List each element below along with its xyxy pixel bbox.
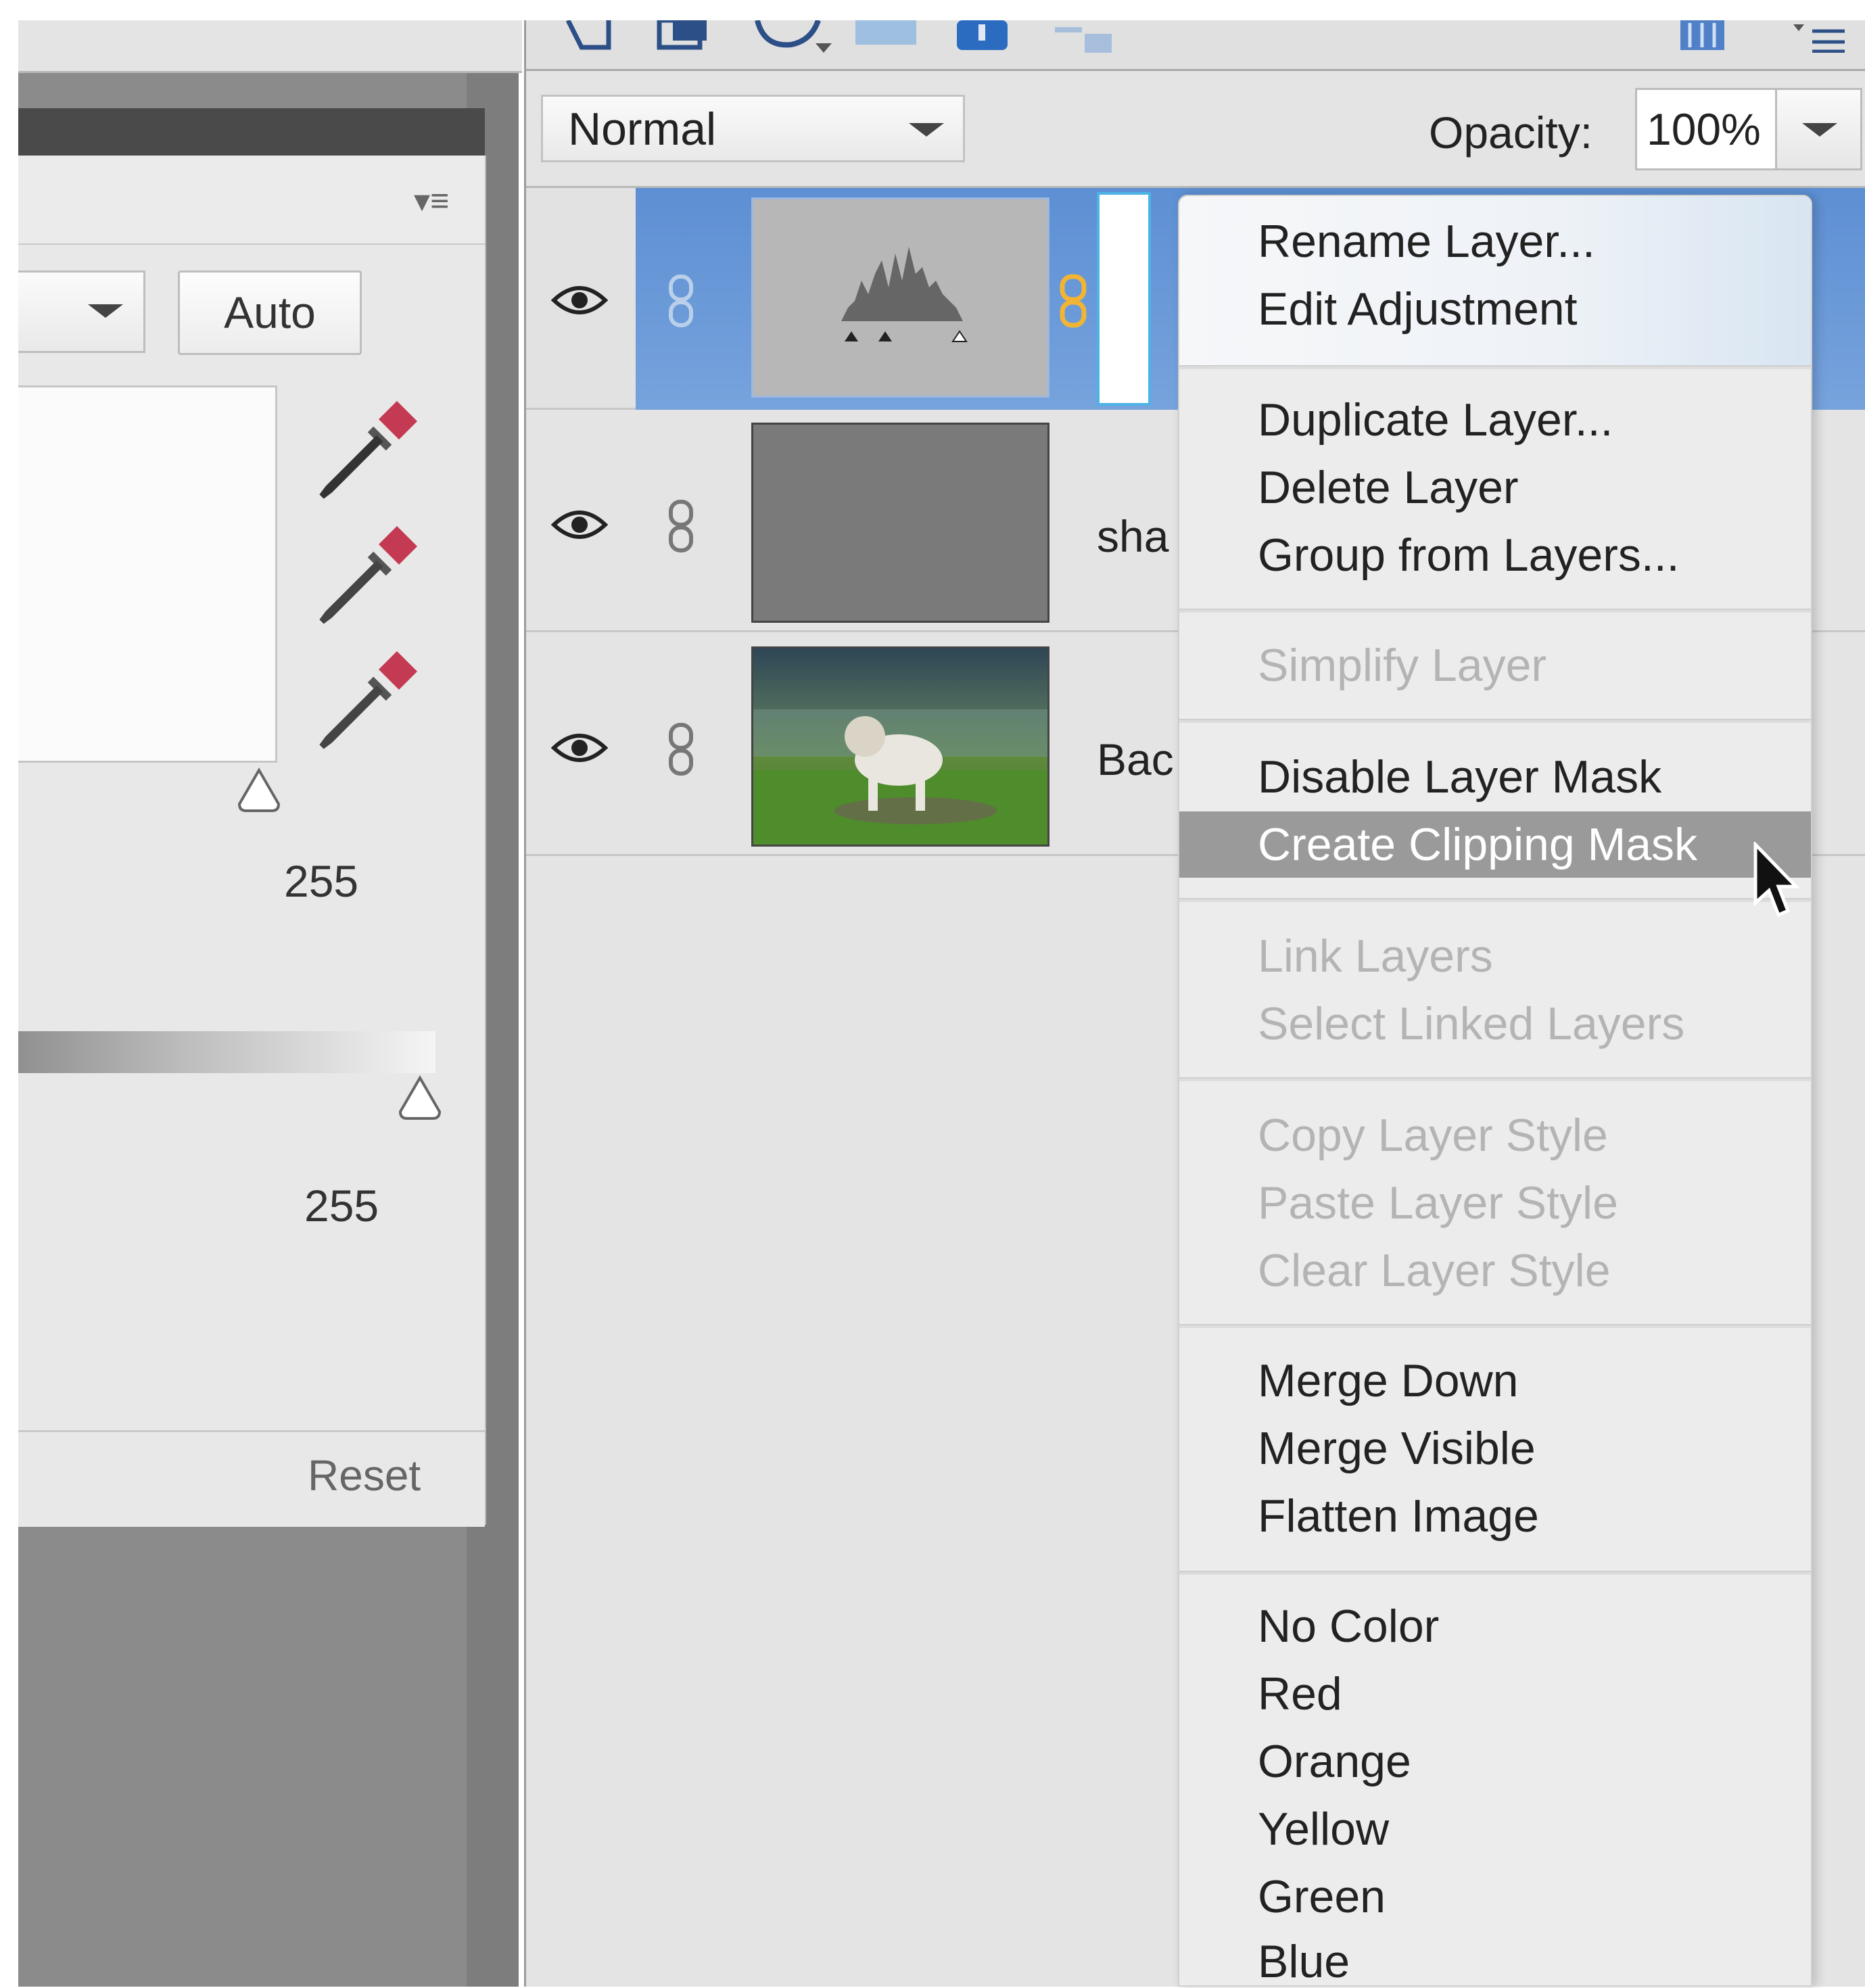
menu-item-green[interactable]: Green	[1258, 1870, 1386, 1923]
opacity-input[interactable]: 100%	[1635, 88, 1777, 170]
eye-icon[interactable]	[551, 281, 608, 319]
lock-icon[interactable]	[957, 20, 1008, 53]
layers-toolbar	[526, 20, 1865, 71]
chevron-down-icon	[909, 123, 944, 137]
link-icon[interactable]	[664, 499, 698, 553]
menu-item-yellow[interactable]: Yellow	[1258, 1803, 1389, 1855]
menu-separator	[1179, 1571, 1811, 1575]
reset-button[interactable]: Reset	[308, 1450, 421, 1500]
menu-item-delete-layer[interactable]: Delete Layer	[1258, 461, 1519, 514]
dog-photo	[753, 709, 1047, 845]
left-toolbar	[18, 20, 522, 73]
blend-mode-value: Normal	[568, 103, 717, 155]
mask-link-icon[interactable]	[1060, 274, 1087, 328]
output-levels-gradient	[18, 1031, 435, 1073]
menu-item-orange[interactable]: Orange	[1258, 1735, 1411, 1788]
output-white-slider[interactable]	[396, 1075, 444, 1122]
menu-item-duplicate-layer[interactable]: Duplicate Layer...	[1258, 394, 1613, 446]
input-white-value[interactable]: 255	[284, 855, 358, 907]
menu-item-blue[interactable]: Blue	[1258, 1935, 1350, 1988]
menu-item-edit-adjustment[interactable]: Edit Adjustment	[1258, 283, 1577, 335]
channel-select[interactable]	[18, 270, 145, 353]
menu-item-paste-layer-style: Paste Layer Style	[1258, 1177, 1618, 1229]
output-white-value[interactable]: 255	[304, 1180, 379, 1231]
panel-menu-icon[interactable]: ▾≡	[414, 181, 468, 222]
input-white-slider[interactable]	[235, 767, 283, 815]
menu-item-flatten-image[interactable]: Flatten Image	[1258, 1490, 1539, 1542]
menu-item-create-clipping-mask[interactable]: Create Clipping Mask	[1258, 818, 1697, 871]
eye-icon[interactable]	[551, 729, 608, 767]
layer-name[interactable]: sha	[1097, 511, 1168, 562]
menu-separator	[1179, 609, 1811, 613]
menu-item-no-color[interactable]: No Color	[1258, 1600, 1439, 1653]
menu-separator	[1179, 719, 1811, 723]
levels-thumbnail[interactable]	[751, 197, 1049, 398]
link-icon[interactable]	[664, 274, 698, 328]
layer-name[interactable]: Bac	[1097, 734, 1174, 785]
chevron-down-icon	[88, 304, 123, 318]
menu-item-merge-down[interactable]: Merge Down	[1258, 1354, 1519, 1407]
menu-separator	[1179, 898, 1811, 902]
trash-icon[interactable]	[1680, 20, 1724, 53]
eye-icon[interactable]	[551, 506, 608, 544]
levels-panel	[18, 156, 486, 1525]
eyedropper-gray-icon[interactable]	[318, 524, 419, 625]
histogram-area	[18, 385, 277, 763]
auto-button[interactable]: Auto	[178, 270, 362, 355]
menu-item-red[interactable]: Red	[1258, 1667, 1342, 1720]
chevron-down-icon	[1802, 123, 1837, 137]
menu-item-merge-visible[interactable]: Merge Visible	[1258, 1422, 1536, 1475]
menu-item-rename-layer[interactable]: Rename Layer...	[1258, 215, 1595, 268]
menu-item-copy-layer-style: Copy Layer Style	[1258, 1110, 1608, 1161]
panel-titlebar	[18, 108, 485, 156]
adjustment-layer-icon[interactable]	[751, 20, 832, 53]
menu-item-select-linked-layers: Select Linked Layers	[1258, 998, 1685, 1049]
new-layer-icon[interactable]	[561, 20, 615, 53]
eyedropper-black-icon[interactable]	[318, 399, 419, 500]
shape-layer-thumbnail[interactable]	[751, 423, 1049, 623]
layer-mask-thumbnail[interactable]	[1097, 192, 1151, 406]
menu-item-clear-layer-style: Clear Layer Style	[1258, 1245, 1611, 1296]
link-icon[interactable]	[664, 722, 698, 776]
layers-panel-menu-icon[interactable]	[1792, 20, 1846, 53]
lock-all-icon[interactable]	[1055, 20, 1116, 53]
menu-separator	[1179, 365, 1811, 369]
menu-item-disable-layer-mask[interactable]: Disable Layer Mask	[1258, 751, 1661, 803]
menu-item-link-layers: Link Layers	[1258, 930, 1493, 982]
eyedropper-white-icon[interactable]	[318, 649, 419, 751]
add-mask-icon[interactable]	[855, 20, 916, 53]
menu-item-simplify-layer: Simplify Layer	[1258, 640, 1547, 691]
menu-item-group-from-layers[interactable]: Group from Layers...	[1258, 529, 1680, 582]
background-photo-thumbnail[interactable]	[751, 646, 1049, 847]
new-group-icon[interactable]	[653, 20, 713, 53]
histogram-icon	[841, 247, 968, 342]
cursor-arrow-icon	[1753, 842, 1800, 918]
menu-separator	[1179, 1324, 1811, 1328]
opacity-label: Opacity:	[1429, 108, 1593, 158]
menu-separator	[1179, 1077, 1811, 1081]
